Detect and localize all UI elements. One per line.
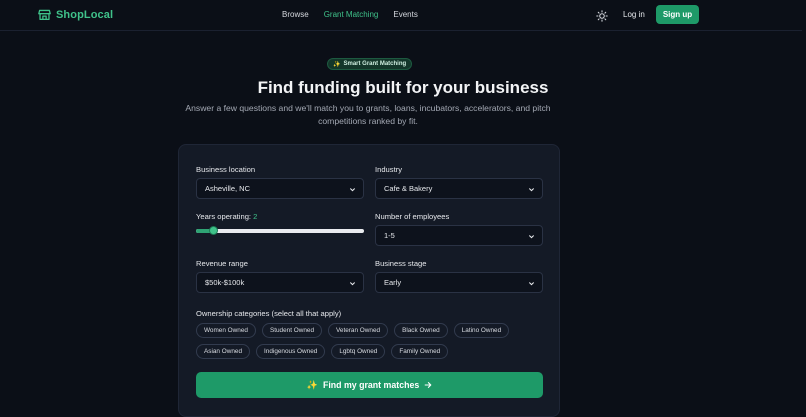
location-select[interactable]: Asheville, NC: [196, 178, 364, 199]
chip-student-owned[interactable]: Student Owned: [261, 323, 322, 338]
years-label-text: Years operating:: [196, 212, 254, 221]
sparkle-icon: ✨: [306, 379, 318, 390]
sun-icon: [596, 10, 608, 22]
stage-value: Early: [384, 278, 402, 287]
brand-name: ShopLocal: [56, 8, 114, 21]
chip-family-owned[interactable]: Family Owned: [391, 344, 449, 359]
stage-label: Business stage: [375, 259, 427, 268]
nav-link-events[interactable]: Events: [393, 10, 417, 19]
chip-indigenous-owned[interactable]: Indigenous Owned: [256, 344, 326, 359]
slider-track: [196, 229, 364, 233]
chip-lgbtq-owned[interactable]: Lgbtq Owned: [331, 344, 386, 359]
industry-label: Industry: [375, 165, 403, 174]
page-scrollbar[interactable]: [802, 0, 806, 417]
ownership-label: Ownership categories (select all that ap…: [196, 309, 342, 318]
chip-women-owned[interactable]: Women Owned: [196, 323, 256, 338]
theme-toggle-button[interactable]: [596, 9, 608, 22]
employees-select[interactable]: 1-5: [375, 225, 543, 246]
chevron-down-icon: [349, 282, 356, 286]
revenue-select[interactable]: $50k-$100k: [196, 272, 364, 293]
chevron-down-icon: [528, 235, 535, 239]
nav-link-browse[interactable]: Browse: [282, 10, 309, 19]
industry-value: Cafe & Bakery: [384, 184, 433, 193]
find-matches-button[interactable]: ✨ Find my grant matches: [196, 372, 543, 398]
smart-matching-badge: ✨ Smart Grant Matching: [327, 58, 413, 70]
chip-latino-owned[interactable]: Latino Owned: [453, 323, 510, 338]
slider-thumb[interactable]: [209, 226, 218, 235]
brand[interactable]: ShopLocal: [38, 8, 113, 21]
industry-select[interactable]: Cafe & Bakery: [375, 178, 543, 199]
chevron-down-icon: [349, 188, 356, 192]
employees-value: 1-5: [384, 231, 395, 240]
years-label: Years operating: 2: [196, 212, 257, 221]
location-label: Business location: [196, 165, 256, 174]
find-matches-label: Find my grant matches: [322, 380, 420, 390]
arrow-right-icon: [424, 382, 432, 388]
main-nav: Browse Grant Matching Events: [282, 10, 418, 19]
top-navbar: ShopLocal Browse Grant Matching Events L…: [0, 0, 806, 31]
chip-black-owned[interactable]: Black Owned: [394, 323, 448, 338]
signup-button[interactable]: Sign up: [656, 5, 699, 24]
chip-asian-owned[interactable]: Asian Owned: [196, 344, 251, 359]
location-value: Asheville, NC: [205, 184, 251, 193]
employees-label: Number of employees: [375, 212, 450, 221]
stage-select[interactable]: Early: [375, 272, 543, 293]
years-value: 2: [253, 212, 258, 221]
page-title: Find funding built for your business: [257, 78, 549, 97]
years-slider[interactable]: [196, 226, 364, 235]
badge-label: Smart Grant Matching: [343, 61, 407, 67]
revenue-value: $50k-$100k: [205, 278, 245, 287]
storefront-icon: [38, 9, 51, 21]
nav-link-grant-matching[interactable]: Grant Matching: [324, 10, 379, 19]
page-subtitle: Answer a few questions and we'll match y…: [185, 103, 551, 126]
chip-veteran-owned[interactable]: Veteran Owned: [328, 323, 389, 338]
login-link[interactable]: Log in: [623, 10, 645, 19]
grant-matching-form: Business location Asheville, NC Industry…: [178, 144, 560, 417]
ownership-chips: Women Owned Student Owned Veteran Owned …: [196, 323, 546, 365]
sparkle-icon: ✨: [333, 61, 341, 68]
chevron-down-icon: [528, 282, 535, 286]
chevron-down-icon: [528, 188, 535, 192]
revenue-label: Revenue range: [196, 259, 248, 268]
